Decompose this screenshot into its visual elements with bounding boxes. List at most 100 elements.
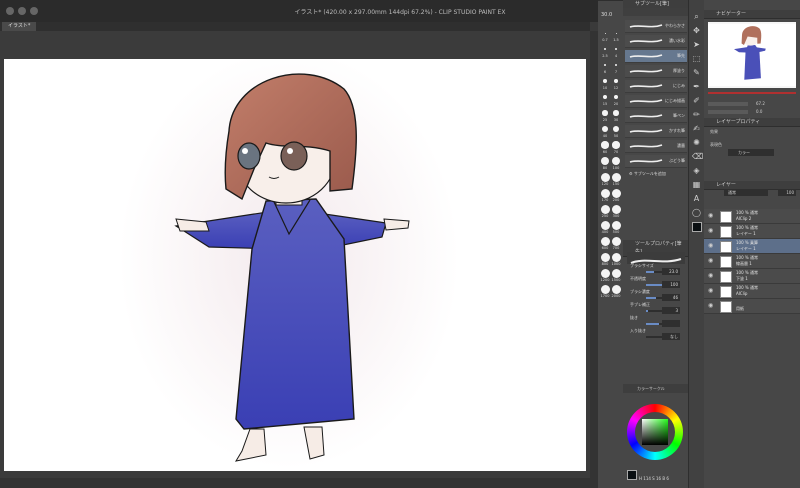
layer-thumbnail [720, 286, 732, 298]
layer-visibility-icon[interactable]: ◉ [708, 257, 713, 264]
brush-size-dot [600, 204, 610, 214]
brush-list-label: やわらかさ [665, 23, 685, 28]
brush-size-dot [600, 220, 610, 230]
brush-size-panel-header [598, 0, 623, 1]
brush-size-dot [604, 48, 606, 50]
close-window-icon[interactable] [6, 7, 14, 15]
brush-size-dot [600, 156, 610, 166]
layer-row[interactable]: ◉ 100 % 通常 AIClip [704, 284, 800, 299]
add-subtool-button[interactable]: ⚙ サブツールを追加 [629, 171, 666, 177]
layer-visibility-icon[interactable]: ◉ [708, 227, 713, 234]
zoom-tool-icon[interactable]: ⌕ [692, 12, 701, 21]
brush-stroke-preview [629, 159, 663, 163]
brush-size-label: 60 [602, 150, 608, 154]
brush-size-dot [613, 110, 619, 116]
operation-tool-icon[interactable]: ➤ [692, 40, 701, 49]
brush-size-dot [611, 284, 621, 294]
tool-property-value[interactable]: 23.0 [662, 268, 680, 275]
brush-size-label: 40 [602, 134, 608, 138]
tool-property-row[interactable]: 入り抜き なし [626, 328, 686, 342]
pencil-tool-icon[interactable]: ✏ [692, 110, 701, 119]
navigator-preview[interactable] [708, 22, 796, 88]
brush-list-item[interactable]: にじみ描画 [625, 95, 687, 108]
maximize-window-icon[interactable] [30, 7, 38, 15]
brush-size-label: 1.5 [613, 38, 619, 42]
brush-stroke-preview [629, 54, 663, 58]
selection-tool-icon[interactable]: ⬚ [692, 54, 701, 63]
brush-size-label: 250 [601, 214, 609, 218]
canvas-paper[interactable] [4, 59, 586, 471]
brush-size-dot [600, 268, 610, 278]
sub-tool-tabs[interactable] [623, 8, 688, 16]
navigator-angle-row[interactable]: 0.0 [708, 109, 796, 117]
brush-size-dot [601, 125, 609, 133]
layer-row[interactable]: ◉ 100 % 通常 下塗 1 [704, 269, 800, 284]
move-tool-icon[interactable]: ✥ [692, 26, 701, 35]
add-subtool-label: サブツールを追加 [633, 171, 666, 176]
brush-size-dot [611, 252, 621, 262]
brush-size-label: 170 [601, 198, 609, 202]
brush-size-dot [611, 188, 621, 198]
color-saturation-square[interactable] [642, 419, 668, 445]
layer-name: AIClip [736, 291, 748, 296]
brush-list-item[interactable]: 濃い水彩 [625, 35, 687, 48]
tool-property-value[interactable] [662, 320, 680, 327]
main-color-swatch[interactable] [627, 470, 637, 480]
layer-color-label: 表現色 [710, 142, 722, 147]
layer-row[interactable]: ◉ 100 % 乗算 レイヤー 1 [704, 239, 800, 254]
navigator-thumbnail [708, 23, 796, 87]
balloon-tool-icon[interactable]: ◯ [692, 208, 701, 217]
layer-opacity-field[interactable]: 100 [778, 189, 796, 196]
color-wheel[interactable] [627, 404, 683, 460]
brush-list-item[interactable]: 厚塗り [625, 65, 687, 78]
airbrush-tool-icon[interactable]: ✺ [692, 138, 701, 147]
canvas-vertical-scrollbar[interactable] [590, 31, 598, 488]
layer-row[interactable]: ◉ 100 % 通常 線画層 1 [704, 254, 800, 269]
brush-list-item[interactable]: にじみ [625, 80, 687, 93]
layer-visibility-icon[interactable]: ◉ [708, 242, 713, 249]
brush-list-label: ぶどう筆 [669, 158, 685, 163]
brush-size-label: 1500 [611, 278, 621, 282]
layer-name: レイヤー 1 [736, 231, 756, 236]
brush-stroke-preview [629, 99, 663, 103]
brush-list-item[interactable]: 筆ペン [625, 110, 687, 123]
brush-list-item[interactable]: ぶどう筆 [625, 155, 687, 168]
brush-list-item[interactable]: かすれ筆 [625, 125, 687, 138]
color-panel-header: カラーサークル [623, 384, 688, 393]
tool-property-value[interactable]: 3 [662, 307, 680, 314]
text-tool-icon[interactable]: A [692, 194, 701, 203]
brush-list-item[interactable]: やわらかさ [625, 20, 687, 33]
tool-property-value[interactable]: 100 [662, 281, 680, 288]
minimize-window-icon[interactable] [18, 7, 26, 15]
brush-list-item[interactable]: 筆先 [625, 50, 687, 63]
brush-size-label: 70 [613, 150, 619, 154]
layer-color-select[interactable]: カラー [728, 149, 774, 156]
layer-row[interactable]: ◉ 用紙 [704, 299, 800, 314]
fill-tool-icon[interactable]: ◈ [692, 166, 701, 175]
pen-tool-icon[interactable]: ✐ [692, 96, 701, 105]
document-tab[interactable]: イラスト* [2, 22, 37, 31]
eraser-tool-icon[interactable]: ⌫ [692, 152, 703, 161]
brush-tool-icon[interactable]: ✍ [692, 124, 701, 133]
brush-list-item[interactable]: 濃墨 [625, 140, 687, 153]
tool-property-value[interactable]: 46 [662, 294, 680, 301]
eyedropper-tool-icon[interactable]: ✒ [692, 82, 701, 91]
navigator-zoom-row[interactable]: 67.2 [708, 101, 796, 109]
tool-main-color[interactable] [692, 222, 702, 232]
lasso-tool-icon[interactable]: ✎ [692, 68, 701, 77]
brush-size-dot [611, 268, 621, 278]
tool-property-value[interactable]: なし [662, 333, 680, 340]
layer-row[interactable]: ◉ 100 % 通常 レイヤー 1 [704, 224, 800, 239]
layer-opacity-value: 100 [786, 190, 794, 195]
blend-mode-select[interactable]: 通常 [724, 189, 768, 196]
layer-row[interactable]: ◉ 100 % 通常 AIClip 2 [704, 209, 800, 224]
brush-stroke-preview [629, 144, 663, 148]
gradient-tool-icon[interactable]: ▦ [692, 180, 701, 189]
brush-size-dot [615, 48, 617, 50]
layer-visibility-icon[interactable]: ◉ [708, 272, 713, 279]
layer-visibility-icon[interactable]: ◉ [708, 302, 713, 309]
layer-visibility-icon[interactable]: ◉ [708, 212, 713, 219]
layer-visibility-icon[interactable]: ◉ [708, 287, 713, 294]
brush-size-label: 12 [613, 86, 619, 90]
canvas-horizontal-scrollbar[interactable] [0, 478, 590, 488]
